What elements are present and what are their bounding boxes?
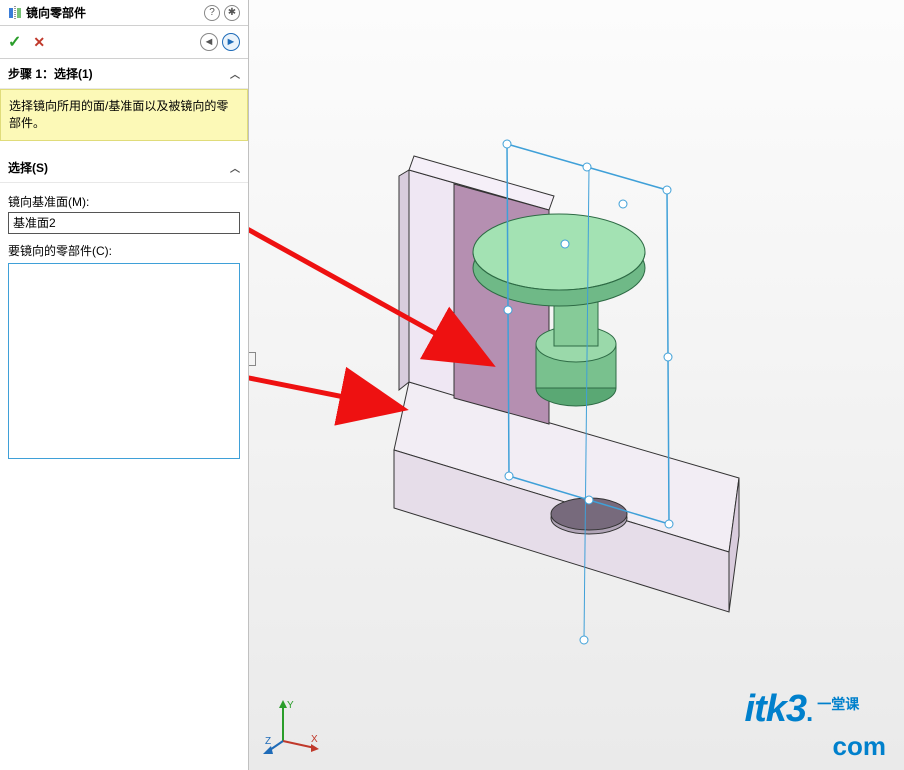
- mirror-plane-input[interactable]: [8, 212, 240, 234]
- svg-text:Z: Z: [265, 736, 271, 747]
- panel-title: 镜向零部件: [26, 4, 204, 21]
- components-listbox[interactable]: [8, 263, 240, 459]
- pin-icon[interactable]: ✱: [224, 5, 240, 21]
- forward-button[interactable]: ►: [222, 33, 240, 51]
- cancel-button[interactable]: ✕: [33, 34, 45, 51]
- selection-body: 镜向基准面(M): 要镜向的零部件(C):: [0, 183, 248, 465]
- orientation-triad[interactable]: Y X Z: [263, 696, 323, 756]
- property-panel: 镜向零部件 ? ✱ ✓ ✕ ◄ ► 步骤 1：选择(1) ︿ 选择镜向所用的面/…: [0, 0, 249, 770]
- watermark: itk3.一堂课 com: [745, 688, 886, 762]
- ok-button[interactable]: ✓: [8, 32, 21, 52]
- step1-header[interactable]: 步骤 1：选择(1) ︿: [0, 59, 248, 89]
- confirm-row: ✓ ✕ ◄ ►: [0, 26, 248, 59]
- mirror-icon: [8, 6, 22, 20]
- mirror-plane-label: 镜向基准面(M):: [8, 193, 240, 210]
- chevron-up-icon[interactable]: ︿: [230, 66, 240, 81]
- step1-hint: 选择镜向所用的面/基准面以及被镜向的零部件。: [0, 89, 248, 141]
- selection-title: 选择(S): [8, 159, 48, 176]
- viewport[interactable]: Y X Z itk3.一堂课 com: [249, 0, 904, 770]
- help-icon[interactable]: ?: [204, 5, 220, 21]
- svg-text:Y: Y: [287, 700, 294, 711]
- selection-header[interactable]: 选择(S) ︿: [0, 153, 248, 183]
- chevron-up-icon[interactable]: ︿: [230, 160, 240, 175]
- svg-text:X: X: [311, 734, 318, 745]
- step1-title: 步骤 1：选择(1): [8, 65, 93, 82]
- back-button[interactable]: ◄: [200, 33, 218, 51]
- watermark-text: itk3: [745, 688, 806, 730]
- panel-header: 镜向零部件 ? ✱: [0, 0, 248, 26]
- components-label: 要镜向的零部件(C):: [8, 242, 240, 259]
- model-view: [249, 0, 904, 770]
